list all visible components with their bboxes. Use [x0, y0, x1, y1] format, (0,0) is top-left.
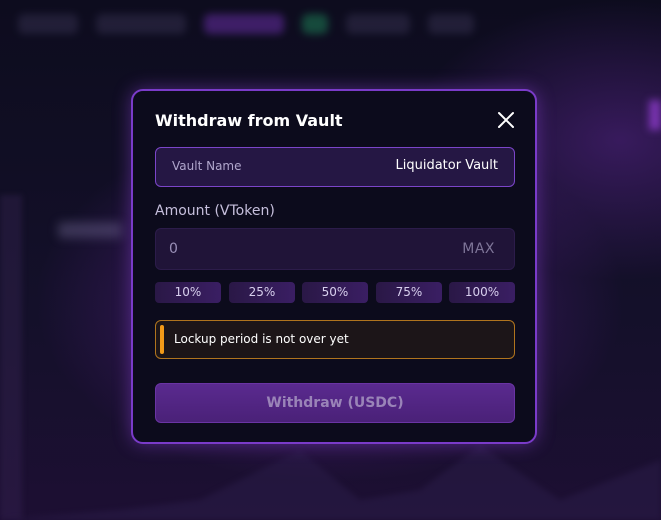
vault-name-value: Liquidator Vault — [395, 158, 498, 173]
close-icon[interactable] — [497, 111, 515, 129]
background-accent — [649, 100, 661, 130]
withdraw-button[interactable]: Withdraw (USDC) — [155, 383, 515, 423]
max-button[interactable]: MAX — [462, 241, 495, 257]
background-nav — [0, 0, 661, 48]
warning-indicator — [160, 325, 164, 354]
percent-10-button[interactable]: 10% — [155, 282, 221, 303]
modal-title: Withdraw from Vault — [155, 111, 343, 130]
amount-field[interactable]: 0 MAX — [155, 228, 515, 270]
percent-options: 10% 25% 50% 75% 100% — [155, 282, 515, 303]
percent-25-button[interactable]: 25% — [229, 282, 295, 303]
vault-name-field: Vault Name Liquidator Vault — [155, 147, 515, 187]
vault-name-label: Vault Name — [172, 159, 242, 173]
background-label — [58, 222, 122, 238]
percent-50-button[interactable]: 50% — [302, 282, 368, 303]
amount-label: Amount (VToken) — [155, 203, 275, 219]
amount-input[interactable]: 0 — [169, 241, 178, 257]
lockup-warning: Lockup period is not over yet — [155, 320, 515, 359]
withdraw-modal: Withdraw from Vault Vault Name Liquidato… — [131, 89, 537, 444]
warning-text: Lockup period is not over yet — [174, 332, 349, 346]
percent-100-button[interactable]: 100% — [449, 282, 515, 303]
percent-75-button[interactable]: 75% — [376, 282, 442, 303]
